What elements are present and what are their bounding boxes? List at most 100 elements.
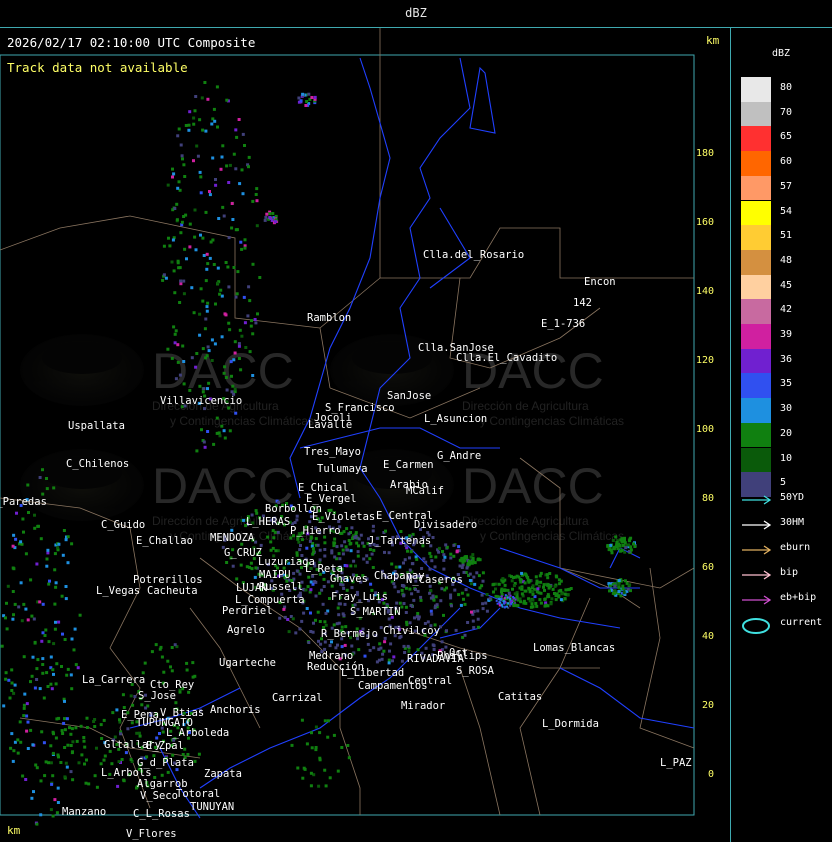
- echo-pixel: [49, 655, 53, 659]
- echo-pixel: [629, 536, 633, 540]
- echo-pixel: [369, 582, 373, 586]
- echo-pixel: [504, 594, 507, 597]
- echo-pixel: [60, 729, 64, 733]
- echo-pixel: [13, 602, 17, 606]
- place-label: Carrizal: [272, 692, 323, 704]
- echo-pixel: [304, 588, 308, 592]
- echo-pixel: [402, 644, 406, 648]
- echo-pixel: [328, 644, 332, 648]
- echo-pixel: [34, 763, 38, 767]
- echo-pixel: [227, 181, 231, 184]
- echo-pixel: [498, 598, 501, 601]
- place-label: SanJose: [387, 390, 431, 402]
- echo-pixel: [504, 605, 507, 608]
- echo-pixel: [180, 220, 184, 224]
- track-legend-label: 50YD: [780, 492, 805, 503]
- echo-pixel: [54, 682, 58, 686]
- echo-pixel: [365, 554, 369, 558]
- echo-pixel: [53, 798, 57, 802]
- echo-pixel: [341, 612, 345, 616]
- echo-pixel: [175, 218, 179, 222]
- echo-pixel: [546, 576, 550, 580]
- echo-pixel: [509, 597, 512, 600]
- place-label: E_Zpal: [146, 740, 184, 752]
- echo-pixel: [177, 127, 181, 131]
- echo-pixel: [459, 603, 463, 607]
- echo-pixel: [311, 630, 315, 634]
- echo-pixel: [11, 617, 15, 621]
- echo-pixel: [399, 530, 403, 533]
- track-legend-label: 30HM: [780, 517, 805, 528]
- track-legend-label: current: [780, 617, 823, 628]
- echo-pixel: [51, 668, 55, 672]
- echo-pixel: [232, 152, 236, 156]
- echo-pixel: [46, 685, 50, 688]
- echo-pixel: [222, 429, 226, 433]
- echo-pixel: [375, 660, 379, 664]
- echo-pixel: [111, 711, 115, 715]
- echo-pixel: [42, 741, 46, 745]
- echo-pixel: [190, 286, 194, 290]
- echo-pixel: [485, 609, 489, 613]
- echo-pixel: [476, 617, 480, 621]
- echo-pixel: [178, 301, 182, 304]
- echo-pixel: [249, 561, 253, 565]
- echo-pixel: [402, 561, 405, 565]
- echo-pixel: [253, 318, 257, 321]
- echo-pixel: [608, 584, 612, 588]
- echo-pixel: [563, 592, 567, 596]
- echo-pixel: [50, 687, 54, 691]
- echo-pixel: [68, 726, 71, 730]
- echo-pixel: [258, 276, 262, 279]
- echo-pixel: [324, 623, 328, 627]
- echo-pixel: [208, 193, 212, 197]
- echo-pixel: [426, 531, 430, 535]
- echo-pixel: [408, 621, 412, 625]
- echo-pixel: [173, 643, 177, 647]
- echo-pixel: [160, 773, 164, 777]
- place-label: Encon: [584, 276, 616, 288]
- echo-pixel: [179, 231, 183, 235]
- echo-pixel: [607, 548, 611, 552]
- echo-pixel: [183, 247, 187, 251]
- echo-pixel: [514, 602, 516, 604]
- echo-pixel: [340, 746, 344, 749]
- echo-pixel: [350, 644, 354, 648]
- echo-pixel: [531, 592, 535, 596]
- echo-pixel: [311, 574, 315, 578]
- echo-pixel: [458, 564, 462, 568]
- echo-pixel: [434, 555, 438, 559]
- echo-pixel: [235, 135, 239, 139]
- echo-pixel: [404, 605, 408, 609]
- echo-pixel: [350, 526, 354, 530]
- echo-pixel: [193, 759, 197, 763]
- echo-pixel: [276, 530, 280, 534]
- echo-pixel: [550, 597, 554, 601]
- echo-pixel: [523, 581, 527, 585]
- echo-pixel: [196, 154, 200, 158]
- y-tick-label: 0: [708, 769, 714, 780]
- echo-pixel: [466, 621, 470, 624]
- echo-pixel: [41, 631, 45, 635]
- radar-map-area[interactable]: DACC Dirección de Agricultura y Contingenc…: [0, 28, 730, 842]
- echo-pixel: [460, 557, 464, 561]
- echo-pixel: [506, 596, 509, 599]
- echo-pixel: [77, 761, 81, 765]
- echo-pixel: [227, 321, 231, 325]
- echo-pixel: [234, 295, 238, 299]
- echo-pixel: [622, 591, 626, 595]
- echo-pixel: [465, 566, 469, 570]
- echo-pixel: [233, 340, 237, 344]
- echo-pixel: [92, 720, 96, 723]
- scale-swatch: [741, 348, 771, 374]
- echo-pixel: [203, 445, 207, 449]
- echo-pixel: [188, 245, 192, 249]
- echo-pixel: [366, 642, 370, 646]
- echo-pixel: [535, 580, 539, 584]
- echo-pixel: [169, 665, 172, 669]
- echo-pixel: [53, 627, 57, 631]
- place-label: C_Guido: [101, 519, 145, 531]
- echo-pixel: [201, 128, 205, 132]
- echo-pixel: [224, 313, 228, 317]
- echo-pixel: [332, 544, 336, 548]
